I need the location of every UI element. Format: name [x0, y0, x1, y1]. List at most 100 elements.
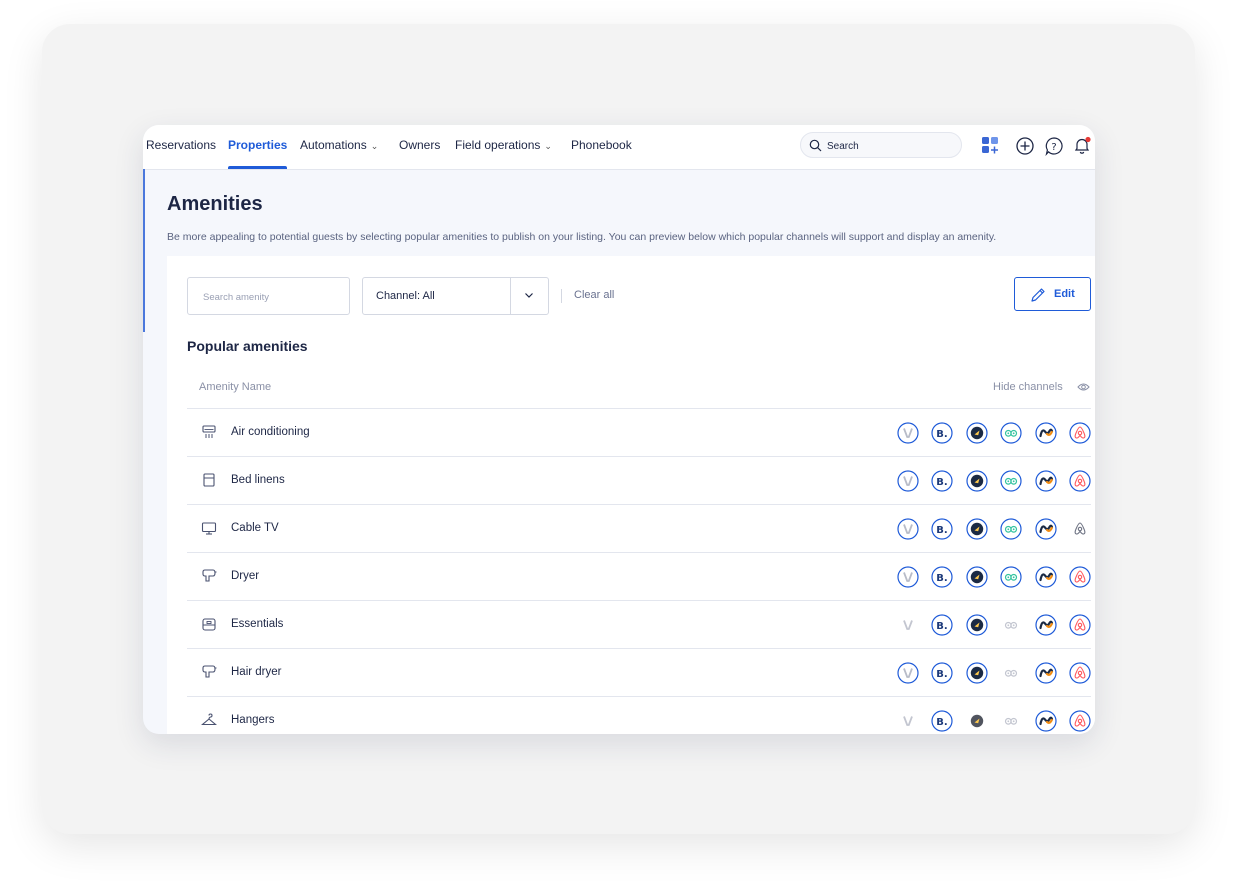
- svg-text:B.: B.: [936, 669, 947, 680]
- vrbo-channel-icon: [897, 614, 919, 636]
- amenity-row[interactable]: Air conditioning B.: [187, 408, 1091, 456]
- column-header-amenity: Amenity Name: [199, 381, 272, 393]
- page-title: Amenities: [167, 193, 263, 215]
- vrbo-channel-icon: [896, 566, 919, 588]
- tripadvisor-channel-icon: [1000, 614, 1022, 636]
- divider: [561, 289, 562, 303]
- top-navigation: Reservations Properties Automations ⌄ Own…: [143, 125, 1095, 170]
- global-search[interactable]: [800, 132, 962, 158]
- vrbo-channel-icon: [896, 518, 919, 540]
- plus-circle-icon[interactable]: [1015, 136, 1035, 156]
- tripadvisor-channel-icon: [1000, 518, 1022, 540]
- nav-phonebook[interactable]: Phonebook: [571, 125, 632, 169]
- booking-channel-icon: B.: [931, 710, 953, 732]
- vrbo-channel-icon: [896, 662, 919, 684]
- global-search-input[interactable]: [825, 136, 949, 156]
- svg-text:B.: B.: [936, 477, 947, 488]
- amenity-name: Dryer: [231, 570, 260, 582]
- amenity-name: Cable TV: [231, 522, 279, 534]
- homeaway-channel-icon: [1034, 566, 1057, 588]
- booking-channel-icon: B.: [931, 662, 953, 684]
- app-window: Reservations Properties Automations ⌄ Own…: [143, 125, 1095, 734]
- tripadvisor-channel-icon: [1000, 710, 1022, 732]
- apps-add-icon[interactable]: [981, 136, 1001, 156]
- amenity-name: Hair dryer: [231, 666, 282, 678]
- channel-support: B.: [897, 614, 1092, 636]
- nav-field-operations[interactable]: Field operations ⌄: [455, 125, 552, 169]
- left-accent-bar: [143, 169, 145, 332]
- airbnb-channel-icon: [1069, 518, 1091, 540]
- booking-channel-icon: B.: [931, 470, 953, 492]
- svg-text:?: ?: [1051, 142, 1056, 153]
- amenity-name: Essentials: [231, 618, 284, 630]
- svg-text:B.: B.: [936, 573, 947, 584]
- airbnb-channel-icon: [1069, 614, 1091, 636]
- homeaway-channel-icon: [1034, 470, 1057, 492]
- channel-support: B.: [896, 422, 1092, 444]
- tripadvisor-channel-icon: [1000, 470, 1022, 492]
- airbnb-channel-icon: [1069, 566, 1091, 588]
- homeaway-channel-icon: [1034, 662, 1057, 684]
- channel-select-toggle[interactable]: [510, 278, 548, 314]
- channel-support: B.: [896, 518, 1092, 540]
- amenity-search-input[interactable]: [201, 288, 345, 306]
- channel-select[interactable]: Channel: All: [362, 277, 549, 315]
- homeaway-channel-icon: [1034, 518, 1057, 540]
- amenity-row[interactable]: Essentials B.: [187, 600, 1091, 648]
- booking-channel-icon: B.: [931, 614, 953, 636]
- channel-support: B.: [896, 662, 1092, 684]
- vrbo-channel-icon: [897, 710, 919, 732]
- search-icon: [809, 139, 822, 152]
- amenity-name: Air conditioning: [231, 426, 310, 438]
- amenities-panel: Channel: All Clear all Edit Popular amen…: [167, 256, 1095, 734]
- amenity-row[interactable]: Bed linens B.: [187, 456, 1091, 504]
- clear-all-button[interactable]: Clear all: [574, 289, 614, 301]
- expedia-channel-icon: [965, 662, 988, 684]
- airbnb-channel-icon: [1069, 710, 1091, 732]
- expedia-channel-icon: [965, 614, 988, 636]
- channel-support: B.: [896, 566, 1092, 588]
- expedia-channel-icon: [965, 566, 988, 588]
- amenity-row[interactable]: Cable TV B.: [187, 504, 1091, 552]
- amenity-search[interactable]: [187, 277, 350, 315]
- essentials-icon: [201, 616, 217, 632]
- tripadvisor-channel-icon: [1000, 662, 1022, 684]
- channel-select-label: Channel: All: [376, 290, 435, 302]
- chevron-down-icon: [525, 293, 533, 298]
- linens-icon: [201, 472, 217, 488]
- amenity-row[interactable]: Hangers B.: [187, 696, 1091, 734]
- hair-dryer-icon: [201, 664, 217, 680]
- tripadvisor-channel-icon: [1000, 566, 1022, 588]
- nav-automations[interactable]: Automations ⌄: [300, 125, 378, 169]
- edit-button-label: Edit: [1054, 288, 1075, 300]
- svg-text:B.: B.: [936, 621, 947, 632]
- airbnb-channel-icon: [1069, 662, 1091, 684]
- amenity-name: Bed linens: [231, 474, 285, 486]
- svg-text:B.: B.: [936, 429, 947, 440]
- bell-icon[interactable]: [1072, 136, 1092, 156]
- ac-icon: [201, 424, 217, 440]
- vrbo-channel-icon: [896, 470, 919, 492]
- amenity-name: Hangers: [231, 714, 275, 726]
- nav-owners[interactable]: Owners: [399, 125, 440, 169]
- pencil-icon: [1031, 288, 1045, 302]
- nav-properties[interactable]: Properties: [228, 125, 288, 169]
- svg-text:B.: B.: [936, 717, 947, 728]
- hide-channels-toggle[interactable]: Hide channels: [993, 381, 1063, 393]
- chevron-down-icon: ⌄: [370, 141, 379, 151]
- edit-button[interactable]: Edit: [1014, 277, 1091, 311]
- tripadvisor-channel-icon: [1000, 422, 1022, 444]
- vrbo-channel-icon: [896, 422, 919, 444]
- hanger-icon: [200, 712, 218, 728]
- eye-icon[interactable]: [1077, 382, 1090, 392]
- page-description: Be more appealing to potential guests by…: [167, 231, 997, 243]
- expedia-channel-icon: [965, 422, 988, 444]
- amenity-row[interactable]: Dryer B.: [187, 552, 1091, 600]
- amenity-row[interactable]: Hair dryer B.: [187, 648, 1091, 696]
- amenity-list: Air conditioning B. Bed linens B. Cable TV B.…: [187, 408, 1091, 734]
- airbnb-channel-icon: [1069, 422, 1091, 444]
- help-icon[interactable]: ?: [1044, 136, 1064, 156]
- homeaway-channel-icon: [1034, 422, 1057, 444]
- nav-reservations[interactable]: Reservations: [146, 125, 216, 169]
- homeaway-channel-icon: [1034, 614, 1057, 636]
